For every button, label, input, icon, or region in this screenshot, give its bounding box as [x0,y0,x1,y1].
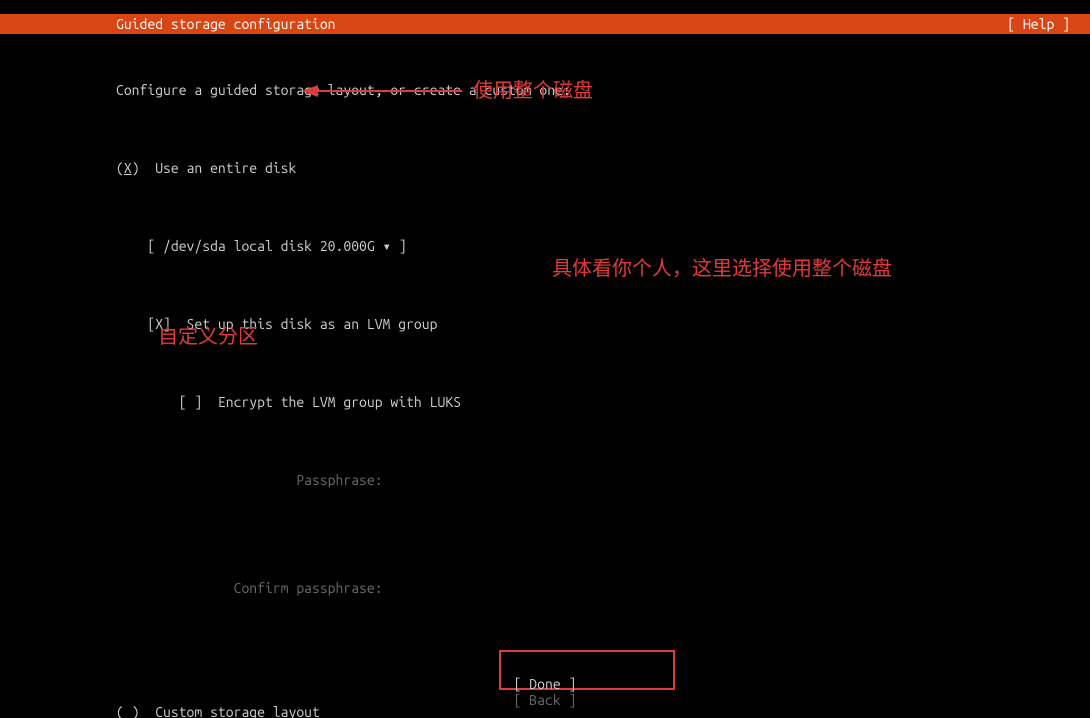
passphrase-label: Passphrase: [116,465,1070,495]
intro-text: Configure a guided storage layout, or cr… [116,76,1070,105]
radio-entire-mark: X [124,160,132,176]
disk-selector[interactable]: [ /dev/sda local disk 20.000G ▾ ] [116,231,1070,261]
main-content: Configure a guided storage layout, or cr… [116,44,1070,718]
page-title: Guided storage configuration [116,16,336,32]
spacer [116,635,1070,649]
checkbox-lvm-group[interactable]: [X] Set up this disk as an LVM group [116,309,1070,339]
radio-entire-label: ) Use an entire disk [132,160,297,176]
header-bar: Guided storage configuration [ Help ] [0,14,1090,34]
done-button[interactable]: [ Done ] [0,676,1090,692]
radio-open-paren: ( [116,160,124,176]
back-button[interactable]: [ Back ] [0,692,1090,708]
footer-buttons: [ Done ] [ Back ] [0,676,1090,708]
checkbox-encrypt-luks[interactable]: [ ] Encrypt the LVM group with LUKS [116,387,1070,417]
help-button[interactable]: [ Help ] [1007,16,1070,32]
confirm-passphrase-label: Confirm passphrase: [116,573,1070,603]
radio-use-entire-disk[interactable]: (X) Use an entire disk [116,153,1070,183]
spacer [116,527,1070,541]
